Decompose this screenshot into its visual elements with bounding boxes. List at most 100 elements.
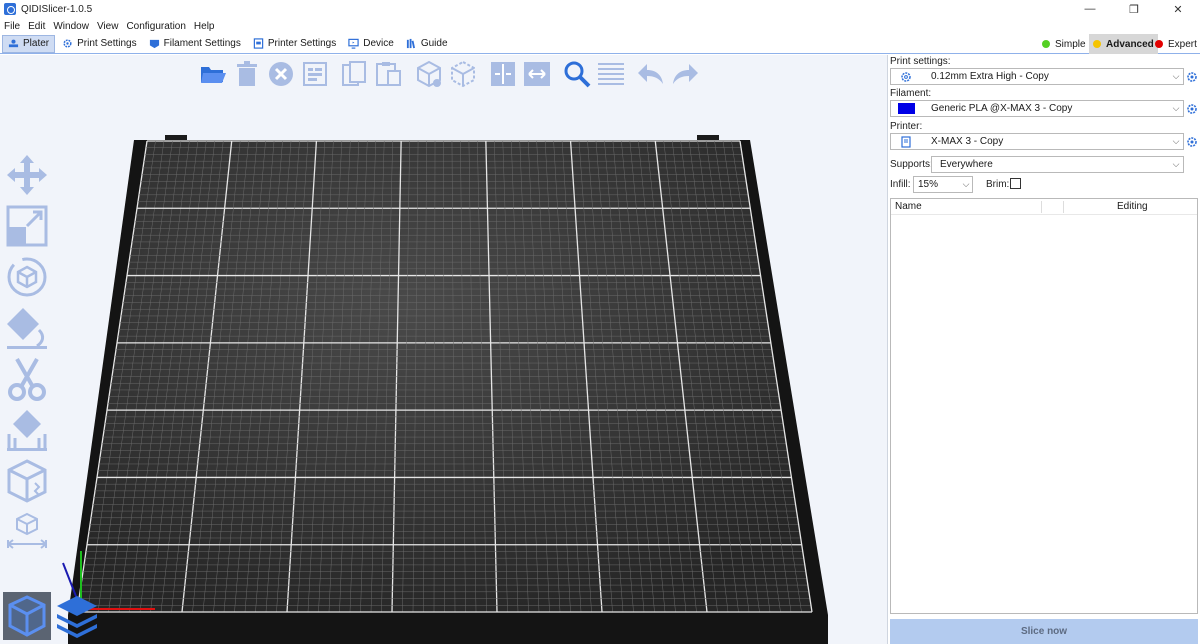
paste-button[interactable] [374,60,404,88]
minimize-button[interactable]: — [1068,0,1112,18]
delete-icon [237,61,257,86]
split-parts-button[interactable] [522,60,552,88]
column-divider [1063,201,1064,213]
rotate-tool[interactable] [4,251,50,302]
search-button[interactable] [562,60,592,88]
layers-editing-button[interactable] [596,60,626,88]
menu-help[interactable]: Help [194,21,215,32]
remove-instance-button[interactable] [448,60,478,88]
print-settings-edit-icon[interactable] [1186,71,1198,83]
gear-icon [901,71,911,82]
seam-paint-tool[interactable] [4,455,50,506]
filament-combo[interactable]: Generic PLA @X-MAX 3 - Copy ⌵ [890,100,1184,117]
filament-value: Generic PLA @X-MAX 3 - Copy [931,103,1073,114]
infill-combo[interactable]: 15% ⌵ [913,176,973,193]
chevron-down-icon: ⌵ [1172,103,1180,113]
split-objects-button[interactable] [488,60,518,88]
mode-advanced[interactable]: Advanced [1089,34,1158,54]
plater-icon [8,39,19,48]
open-folder-button[interactable] [198,60,228,88]
undo-button[interactable] [636,60,666,88]
tab-plater[interactable]: Plater [2,34,56,53]
tab-device[interactable]: Device [343,35,399,53]
printer-icon [901,135,911,148]
move-tool[interactable] [4,149,50,200]
name-column-header[interactable]: Name [895,201,922,212]
top-toolbar [198,59,704,89]
object-list[interactable]: Name Editing [890,198,1198,614]
mode-expert[interactable]: Expert [1155,34,1197,54]
print-settings-value: 0.12mm Extra High - Copy [931,71,1049,82]
menu-file[interactable]: File [4,21,20,32]
mode-label: Simple [1055,38,1086,50]
paste-icon [376,62,401,86]
menu-window[interactable]: Window [53,21,89,32]
left-toolbar [4,149,50,557]
place-on-face-icon [7,307,47,349]
brim-checkbox[interactable] [1010,178,1021,189]
remove-instance-icon [451,60,475,88]
expert-mode-icon [1155,40,1163,48]
tab-print-settings[interactable]: Print Settings [57,35,141,53]
printer-value: X-MAX 3 - Copy [931,136,1004,147]
filament-label: Filament: [890,88,932,99]
scale-tool[interactable] [4,200,50,251]
arrange-button[interactable] [300,60,330,88]
delete-button[interactable] [232,60,262,88]
tab-label: Device [363,38,394,49]
print-settings-combo[interactable]: 0.12mm Extra High - Copy ⌵ [890,68,1184,85]
support-paint-tool[interactable] [4,404,50,455]
measure-tool[interactable] [4,506,50,557]
move-icon [7,154,47,195]
3d-view-button[interactable] [3,592,51,640]
3d-viewport[interactable] [0,55,887,644]
redo-icon [673,64,698,84]
place-on-face-tool[interactable] [4,302,50,353]
delete-all-button[interactable] [266,60,296,88]
supports-combo[interactable]: Everywhere ⌵ [931,156,1184,173]
sidebar: Print settings: 0.12mm Extra High - Copy… [887,55,1200,644]
editing-column-header[interactable]: Editing [1117,201,1148,212]
gear-icon [63,39,72,48]
title-bar: QIDISlicer-1.0.5 — ❐ ✕ [0,0,1200,18]
support-paint-icon [7,409,47,451]
3d-view-icon [8,595,46,637]
supports-value: Everywhere [940,159,993,170]
mode-simple[interactable]: Simple [1042,34,1086,54]
chevron-down-icon: ⌵ [1172,136,1180,146]
mode-label: Advanced [1106,38,1154,50]
cut-tool[interactable] [4,353,50,404]
menu-view[interactable]: View [97,21,119,32]
copy-icon [342,61,366,86]
add-instance-icon [417,60,441,88]
printer-combo[interactable]: X-MAX 3 - Copy ⌵ [890,133,1184,150]
chevron-down-icon: ⌵ [1172,71,1180,81]
add-instance-button[interactable] [414,60,444,88]
filament-edit-icon[interactable] [1186,103,1198,115]
column-divider [1041,201,1042,213]
tab-filament-settings[interactable]: Filament Settings [144,35,246,53]
menu-configuration[interactable]: Configuration [126,21,185,32]
preview-button[interactable] [53,592,101,640]
arrange-icon [303,62,327,86]
brim-label: Brim: [986,179,1010,190]
tab-printer-settings[interactable]: Printer Settings [248,35,341,53]
printer-edit-icon[interactable] [1186,136,1198,148]
close-button[interactable]: ✕ [1156,0,1200,18]
menu-edit[interactable]: Edit [28,21,45,32]
split-parts-icon [524,62,550,86]
chevron-down-icon: ⌵ [962,179,970,189]
redo-button[interactable] [670,60,700,88]
menu-bar: File Edit Window View Configuration Help [0,18,1200,34]
delete-all-icon [269,62,293,86]
slice-now-button[interactable]: Slice now [890,619,1198,644]
measure-icon [7,512,47,549]
infill-label: Infill: [890,179,911,190]
seam-paint-icon [7,458,47,503]
app-logo-icon [4,3,16,15]
tab-guide[interactable]: Guide [401,35,453,53]
maximize-button[interactable]: ❐ [1112,0,1156,18]
copy-button[interactable] [340,60,370,88]
infill-value: 15% [918,179,939,190]
filament-color-swatch[interactable] [897,103,915,114]
